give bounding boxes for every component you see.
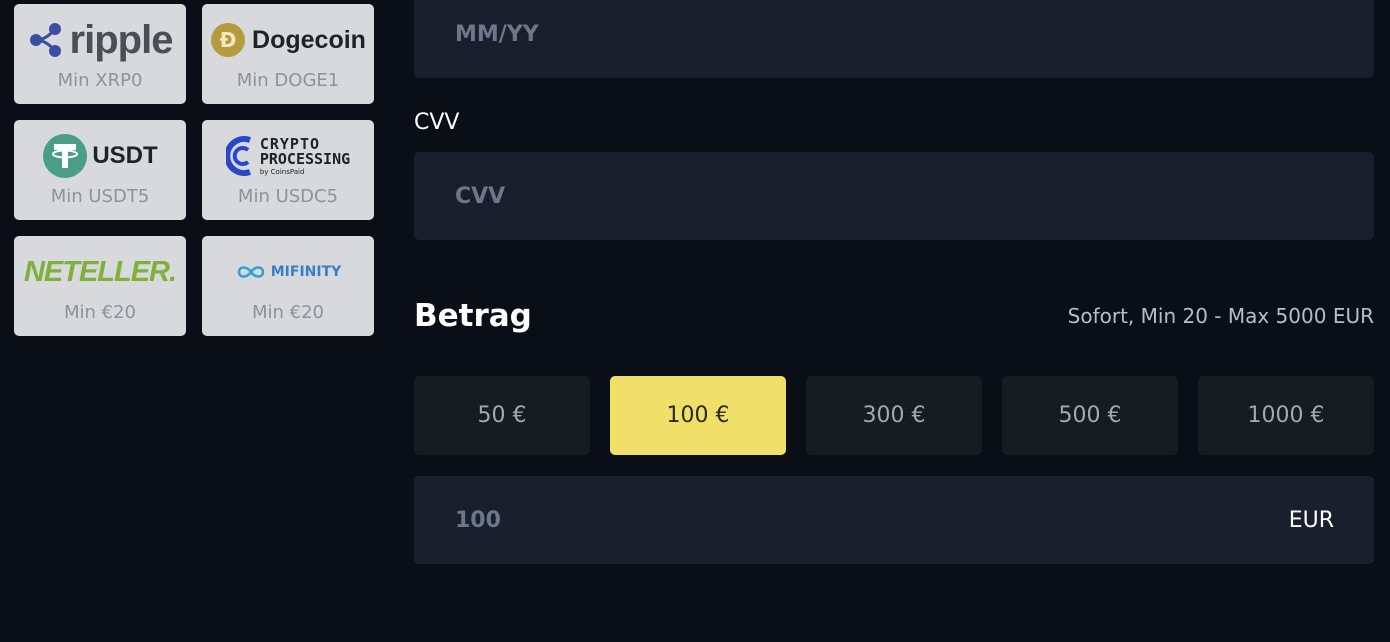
payment-method-mifinity[interactable]: MIFINITY Min €20	[202, 236, 374, 336]
amount-preset-50[interactable]: 50 €	[414, 376, 590, 455]
amount-title: Betrag	[414, 298, 532, 334]
crypto-processing-wordmark: CRYPTO PROCESSING by CoinsPaid	[259, 136, 351, 176]
payment-method-usdt[interactable]: USDT Min USDT5	[14, 120, 186, 220]
usdt-logo: USDT	[14, 130, 186, 182]
crypto-processing-line3: by CoinsPaid	[259, 167, 305, 176]
payment-method-min: Min USDC5	[237, 186, 339, 207]
ripple-icon	[29, 23, 61, 57]
payment-method-min: Min €20	[63, 302, 137, 323]
cvv-placeholder: CVV	[455, 183, 506, 209]
expiry-field[interactable]: MM/YY	[414, 0, 1374, 78]
expiry-placeholder: MM/YY	[455, 21, 539, 47]
payment-method-min: Min €20	[251, 302, 325, 323]
crypto-processing-line2: PROCESSING	[259, 149, 351, 168]
payment-method-ripple[interactable]: ripple Min XRP0	[14, 4, 186, 104]
usdt-wordmark: USDT	[92, 142, 158, 169]
svg-text:Ð: Ð	[220, 28, 237, 52]
mifinity-wordmark: MIFINITY	[270, 264, 342, 280]
tether-icon	[43, 134, 88, 178]
payment-method-neteller[interactable]: NETELLER. Min €20	[14, 236, 186, 336]
payment-method-min: Min XRP0	[57, 70, 143, 91]
mifinity-logo: MIFINITY	[202, 246, 374, 298]
crypto-processing-logo: CRYPTO PROCESSING by CoinsPaid	[202, 130, 374, 182]
amount-limits: Sofort, Min 20 - Max 5000 EUR	[1067, 304, 1374, 328]
ripple-wordmark: ripple	[69, 17, 174, 62]
cvv-field[interactable]: CVV	[414, 152, 1374, 240]
neteller-logo: NETELLER.	[14, 246, 186, 298]
amount-preset-100[interactable]: 100 €	[610, 376, 786, 455]
dogecoin-wordmark: Dogecoin	[252, 25, 366, 54]
amount-preset-1000[interactable]: 1000 €	[1198, 376, 1374, 455]
dogecoin-logo: Ð Dogecoin	[202, 14, 374, 66]
dogecoin-icon: Ð	[211, 23, 246, 57]
amount-field[interactable]: 100 EUR	[414, 476, 1374, 564]
ripple-logo: ripple	[14, 14, 186, 66]
amount-preset-500[interactable]: 500 €	[1002, 376, 1178, 455]
payment-method-min: Min DOGE1	[236, 70, 340, 91]
payment-method-dogecoin[interactable]: Ð Dogecoin Min DOGE1	[202, 4, 374, 104]
neteller-wordmark: NETELLER.	[23, 255, 177, 288]
payment-method-crypto-processing[interactable]: CRYPTO PROCESSING by CoinsPaid Min USDC5	[202, 120, 374, 220]
amount-preset-300[interactable]: 300 €	[806, 376, 982, 455]
deposit-page: ripple Min XRP0 Ð Dogecoin Min DOGE1 USD…	[0, 0, 1390, 642]
crypto-processing-icon	[225, 136, 251, 176]
mifinity-infinity-icon	[237, 266, 264, 278]
cvv-label: CVV	[414, 110, 460, 135]
amount-currency: EUR	[1288, 507, 1334, 533]
payment-method-min: Min USDT5	[50, 186, 150, 207]
amount-value: 100	[455, 507, 501, 533]
